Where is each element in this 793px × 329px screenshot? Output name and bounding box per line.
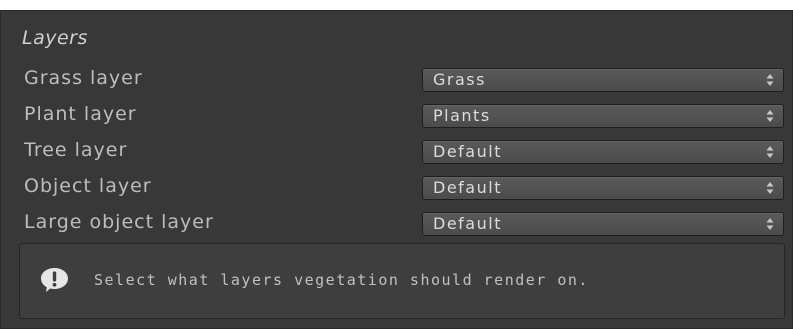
row-large-object-layer: Large object layer Default: [1, 208, 792, 244]
large-object-layer-dropdown[interactable]: Default: [422, 212, 784, 236]
tree-layer-value: Default: [433, 142, 502, 161]
object-layer-dropdown[interactable]: Default: [422, 176, 784, 200]
up-down-arrows-icon: [766, 74, 774, 86]
tree-layer-dropdown[interactable]: Default: [422, 140, 784, 164]
help-message: Select what layers vegetation should ren…: [94, 271, 589, 289]
large-object-layer-label: Large object layer: [24, 211, 214, 233]
up-down-arrows-icon: [766, 110, 774, 122]
grass-layer-value: Grass: [433, 70, 486, 89]
up-down-arrows-icon: [766, 218, 774, 230]
plant-layer-value: Plants: [433, 106, 491, 125]
layers-inspector-panel: Layers Grass layer Grass Plant layer Pla…: [0, 10, 793, 329]
object-layer-value: Default: [433, 178, 502, 197]
section-title: Layers: [22, 27, 88, 49]
row-plant-layer: Plant layer Plants: [1, 100, 792, 136]
row-object-layer: Object layer Default: [1, 172, 792, 208]
object-layer-label: Object layer: [24, 175, 152, 197]
tree-layer-label: Tree layer: [24, 139, 128, 161]
large-object-layer-value: Default: [433, 214, 502, 233]
grass-layer-label: Grass layer: [24, 67, 143, 89]
grass-layer-dropdown[interactable]: Grass: [422, 68, 784, 92]
row-tree-layer: Tree layer Default: [1, 136, 792, 172]
row-grass-layer: Grass layer Grass: [1, 64, 792, 100]
up-down-arrows-icon: [766, 182, 774, 194]
plant-layer-dropdown[interactable]: Plants: [422, 104, 784, 128]
plant-layer-label: Plant layer: [24, 103, 137, 125]
up-down-arrows-icon: [766, 146, 774, 158]
exclamation-info-icon: [41, 268, 68, 292]
help-box: Select what layers vegetation should ren…: [19, 243, 785, 319]
